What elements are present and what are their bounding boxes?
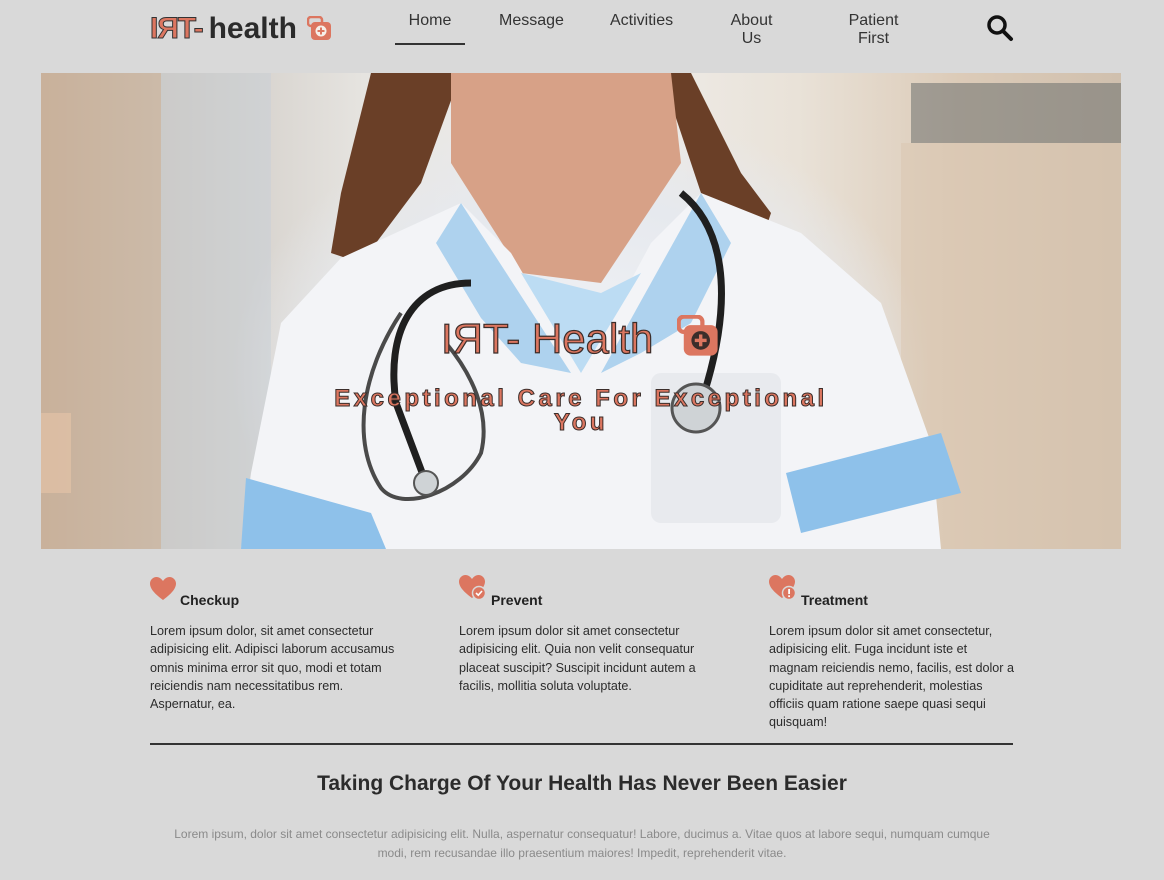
feature-text: Lorem ipsum dolor, sit amet consectetur … bbox=[150, 624, 395, 712]
heart-alert-icon bbox=[769, 575, 797, 606]
nav-patient-first[interactable]: Patient First bbox=[831, 0, 916, 47]
nav-home[interactable]: Home bbox=[395, 0, 465, 46]
medical-bag-icon bbox=[676, 314, 721, 369]
nav-message[interactable]: Message bbox=[499, 0, 564, 46]
feature-text: Lorem ipsum dolor sit amet consectetur, … bbox=[769, 624, 1014, 730]
logo-text: health bbox=[208, 12, 297, 45]
feature-text: Lorem ipsum dolor sit amet consectetur a… bbox=[459, 624, 696, 693]
hero-title: IЯT- Health bbox=[440, 314, 654, 362]
nav-activities[interactable]: Activities bbox=[610, 0, 673, 46]
heart-check-icon bbox=[459, 575, 487, 606]
section-title: Taking Charge Of Your Health Has Never B… bbox=[317, 772, 847, 795]
search-icon[interactable] bbox=[986, 14, 1014, 42]
feature-checkup: Checkup Lorem ipsum dolor, sit amet cons… bbox=[150, 577, 400, 713]
hero-banner: IЯT- Health Exceptional Care For Excepti… bbox=[41, 73, 1121, 549]
hero-title-group: IЯT- Health bbox=[41, 314, 1121, 369]
feature-treatment: Treatment Lorem ipsum dolor sit amet con… bbox=[769, 575, 1019, 732]
doctor-with-stethoscope-photo bbox=[41, 73, 1121, 549]
medical-bag-icon bbox=[306, 15, 333, 42]
main-nav: Home Message Activities About Us Patient… bbox=[395, 0, 916, 47]
section-text: Lorem ipsum, dolor sit amet consectetur … bbox=[174, 827, 990, 860]
feature-prevent: Prevent Lorem ipsum dolor sit amet conse… bbox=[459, 575, 709, 695]
feature-title: Treatment bbox=[801, 592, 868, 608]
page: IЯT- health Home Message Activities Abou… bbox=[0, 0, 1164, 880]
section-divider bbox=[150, 743, 1013, 745]
logo-mark: IЯT- bbox=[150, 12, 205, 46]
feature-title: Prevent bbox=[491, 592, 543, 608]
feature-title: Checkup bbox=[180, 592, 240, 608]
hero-subtitle: Exceptional Care For Exceptional You bbox=[334, 385, 828, 436]
heart-icon bbox=[150, 577, 176, 606]
nav-about-us[interactable]: About Us bbox=[719, 0, 784, 47]
site-logo[interactable]: IЯT- health bbox=[150, 12, 333, 46]
